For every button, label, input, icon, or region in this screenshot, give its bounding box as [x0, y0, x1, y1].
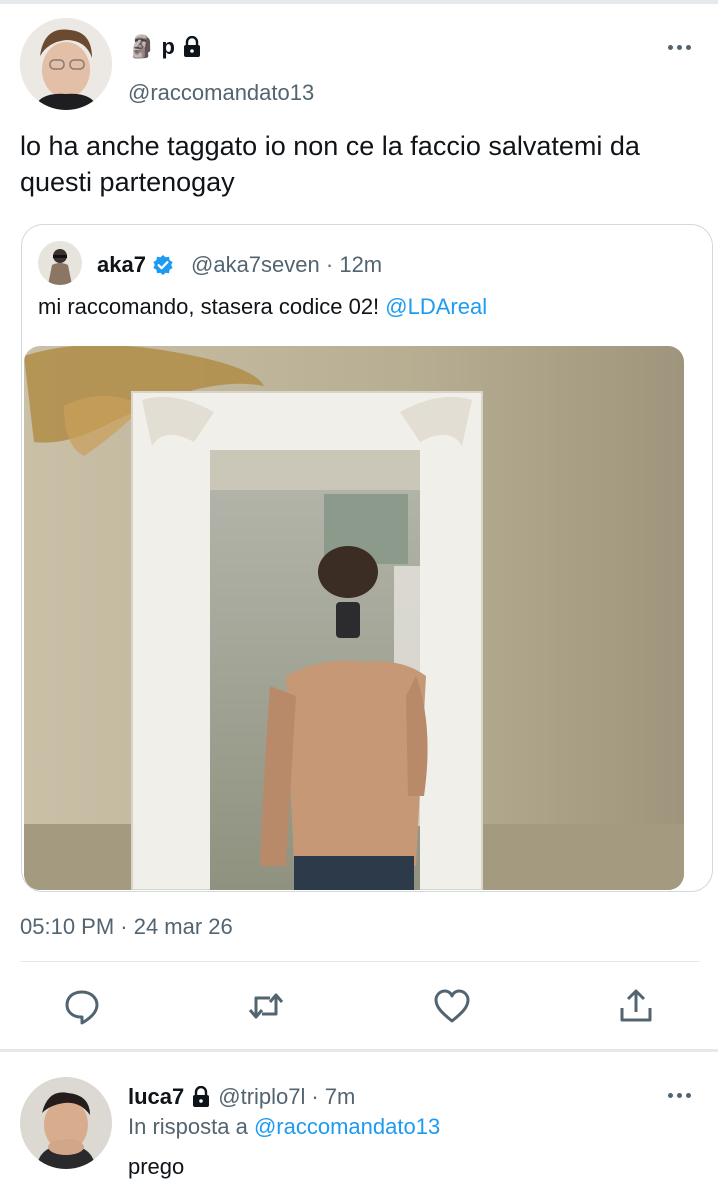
display-name[interactable]: 🗿 p: [128, 34, 203, 60]
quoted-avatar[interactable]: [38, 241, 82, 285]
in-reply-prefix: In risposta a: [128, 1114, 248, 1139]
section-separator: [0, 1049, 718, 1052]
reply-separator: ·: [311, 1084, 319, 1109]
quoted-meta: @aka7seven · 12m: [191, 252, 382, 278]
reply-more-options-icon[interactable]: [668, 1093, 691, 1098]
display-name-text: 🗿 p: [128, 34, 175, 59]
avatar[interactable]: [20, 18, 112, 110]
quoted-separator: ·: [325, 252, 334, 277]
reply-header: luca7 @triplo7l · 7m: [128, 1084, 355, 1110]
like-icon: [434, 989, 470, 1023]
quoted-text: mi raccomando, stasera codice 02! @LDAre…: [38, 294, 487, 320]
lock-icon: [193, 1086, 210, 1107]
verified-badge-icon: [153, 255, 173, 275]
quoted-display-name[interactable]: aka7: [97, 252, 174, 278]
more-options-icon[interactable]: [668, 45, 691, 50]
share-button[interactable]: [616, 986, 656, 1026]
quoted-text-body: mi raccomando, stasera codice 02!: [38, 294, 380, 319]
mirror-selfie-image: [24, 346, 684, 890]
top-divider: [0, 0, 718, 4]
quoted-media-photo[interactable]: [24, 346, 684, 890]
reply-handle[interactable]: @triplo7l: [218, 1084, 305, 1110]
reply-avatar-photo: [20, 1077, 112, 1169]
reply-avatar[interactable]: [20, 1077, 112, 1169]
reply-icon: [65, 990, 99, 1025]
in-reply-to-link[interactable]: @raccomandato13: [254, 1114, 440, 1139]
quoted-handle[interactable]: @aka7seven: [191, 252, 320, 277]
quoted-avatar-photo: [38, 241, 82, 285]
reply-text: prego: [128, 1154, 185, 1179]
in-reply-to: In risposta a @raccomandato13: [128, 1114, 440, 1140]
share-icon: [620, 989, 652, 1022]
retweet-icon: [248, 993, 284, 1019]
tweet-text: lo ha anche taggato io non ce la faccio …: [20, 131, 640, 197]
tweet-timestamp[interactable]: 05:10 PM · 24 mar 26: [20, 914, 233, 940]
lock-icon: [183, 36, 200, 57]
quoted-time[interactable]: 12m: [339, 252, 382, 277]
retweet-button[interactable]: [246, 986, 286, 1026]
reply-time[interactable]: 7m: [325, 1084, 356, 1110]
mention-link[interactable]: @LDAreal: [385, 294, 487, 319]
divider: [20, 961, 700, 962]
reply-display-name[interactable]: luca7: [128, 1084, 184, 1110]
avatar-photo: [20, 18, 112, 110]
quoted-display-name-text: aka7: [97, 252, 146, 277]
like-button[interactable]: [432, 986, 472, 1026]
handle[interactable]: @raccomandato13: [128, 80, 314, 106]
reply-button[interactable]: [62, 986, 102, 1026]
